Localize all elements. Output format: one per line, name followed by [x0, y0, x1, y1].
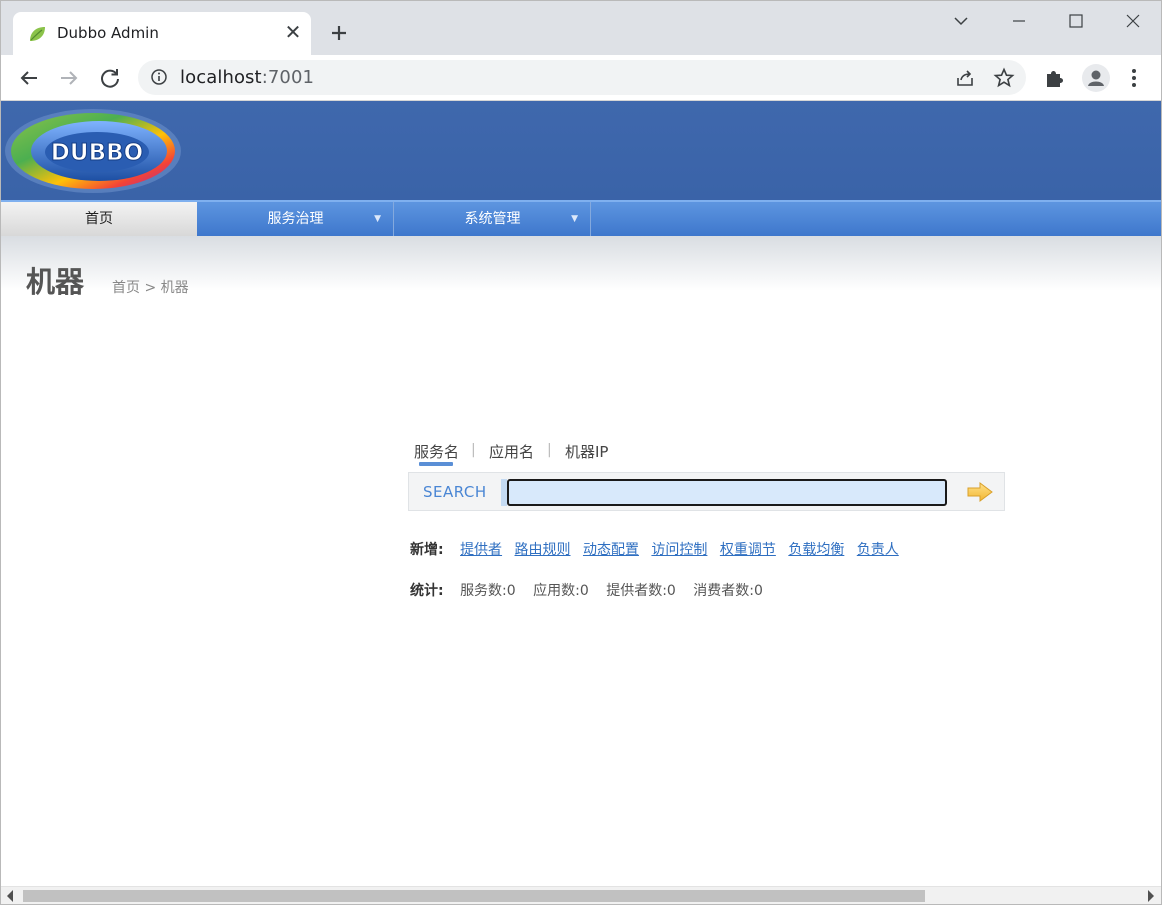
share-icon[interactable]: [954, 67, 976, 89]
header-banner: DUBBO: [1, 101, 1161, 200]
breadcrumb[interactable]: 首页 > 机器: [112, 277, 189, 297]
caret-down-icon: ▼: [571, 214, 578, 224]
stats-label: 统计:: [410, 583, 444, 599]
link-load-balance[interactable]: 负载均衡: [788, 542, 844, 558]
close-tab-icon[interactable]: ✕: [281, 20, 305, 44]
link-provider[interactable]: 提供者: [460, 542, 502, 558]
stat-consumer-count: 消费者数:0: [693, 583, 763, 599]
tab-search-icon[interactable]: [941, 7, 981, 35]
extensions-puzzle-icon[interactable]: [1042, 65, 1068, 91]
url-text[interactable]: localhost:7001: [180, 67, 314, 88]
browser-toolbar: localhost:7001: [1, 55, 1161, 101]
minimize-icon[interactable]: [999, 7, 1039, 35]
link-access-control[interactable]: 访问控制: [651, 542, 707, 558]
link-weight-adjust[interactable]: 权重调节: [720, 542, 776, 558]
tab-separator: |: [471, 442, 476, 458]
stat-provider-count: 提供者数:0: [606, 583, 676, 599]
active-tab-indicator: [419, 462, 453, 466]
tab-service-name[interactable]: 服务名: [414, 441, 459, 462]
browser-window: Dubbo Admin ✕ localhost:7001 DUBBO 首页 服务…: [0, 0, 1162, 905]
link-owner[interactable]: 负责人: [857, 542, 899, 558]
main-nav: 首页 服务治理 ▼ 系统管理 ▼: [1, 200, 1161, 236]
create-links-row: 新增: 提供者 路由规则 动态配置 访问控制 权重调节 负载均衡 负责人: [410, 539, 907, 559]
spring-leaf-icon: [30, 27, 45, 41]
tab-title: Dubbo Admin: [57, 24, 159, 42]
horizontal-scrollbar[interactable]: [1, 886, 1161, 904]
back-arrow-icon[interactable]: [15, 64, 43, 92]
address-bar[interactable]: localhost:7001: [138, 60, 1026, 95]
stat-service-count: 服务数:0: [460, 583, 516, 599]
search-label: SEARCH: [423, 483, 487, 501]
browser-tab[interactable]: Dubbo Admin ✕: [13, 12, 311, 55]
info-icon[interactable]: [150, 68, 168, 86]
scroll-left-arrow-icon[interactable]: [7, 890, 13, 902]
page-title: 机器: [26, 265, 85, 299]
dubbo-logo[interactable]: DUBBO: [1, 103, 185, 199]
menu-kebab-icon[interactable]: [1121, 65, 1147, 91]
tab-separator: |: [547, 442, 552, 458]
create-label: 新增:: [410, 542, 444, 558]
tab-strip: Dubbo Admin ✕: [1, 1, 1161, 55]
search-box: SEARCH: [408, 472, 1005, 511]
nav-home[interactable]: 首页: [1, 202, 197, 236]
forward-arrow-icon[interactable]: [55, 64, 83, 92]
stat-application-count: 应用数:0: [533, 583, 589, 599]
page-content: DUBBO 首页 服务治理 ▼ 系统管理 ▼ 机器 首页 > 机器 服务名 | …: [1, 101, 1161, 886]
logo-text: DUBBO: [51, 140, 143, 166]
link-route-rule[interactable]: 路由规则: [515, 542, 571, 558]
link-dynamic-config[interactable]: 动态配置: [583, 542, 639, 558]
caret-down-icon: ▼: [374, 214, 381, 224]
tab-application-name[interactable]: 应用名: [489, 441, 534, 462]
tab-machine-ip[interactable]: 机器IP: [565, 441, 608, 462]
scroll-right-arrow-icon[interactable]: [1148, 890, 1154, 902]
nav-service-governance[interactable]: 服务治理 ▼: [198, 202, 394, 236]
close-window-icon[interactable]: [1113, 7, 1153, 35]
reload-icon[interactable]: [96, 64, 124, 92]
maximize-icon[interactable]: [1056, 7, 1096, 35]
scrollbar-thumb[interactable]: [23, 890, 925, 902]
new-tab-icon[interactable]: [325, 19, 353, 47]
search-input[interactable]: [507, 479, 947, 506]
bookmark-star-icon[interactable]: [993, 67, 1015, 89]
stats-row: 统计: 服务数:0 应用数:0 提供者数:0 消费者数:0: [410, 580, 776, 600]
profile-avatar-icon[interactable]: [1082, 64, 1110, 92]
search-go-arrow-icon[interactable]: [966, 481, 994, 503]
nav-system-management[interactable]: 系统管理 ▼: [395, 202, 591, 236]
